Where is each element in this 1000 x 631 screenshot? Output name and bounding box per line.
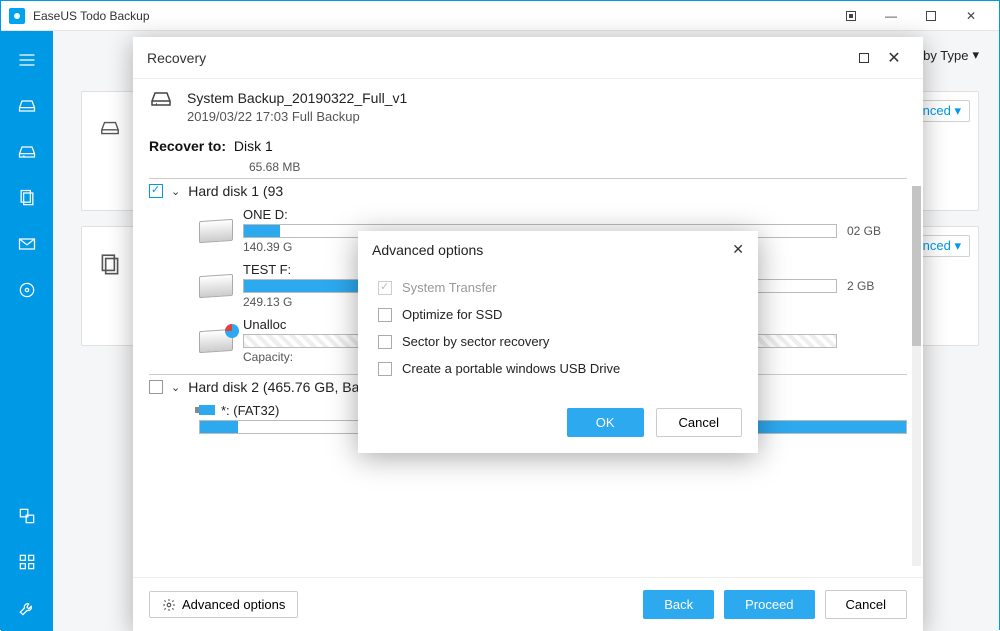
disk1-checkbox[interactable] xyxy=(149,184,163,198)
advanced-options-button[interactable]: Advanced options xyxy=(149,591,298,618)
mail-icon[interactable] xyxy=(1,221,53,267)
restore-down-icon[interactable] xyxy=(831,1,871,31)
drive-icon xyxy=(199,274,233,298)
option-sector-recovery[interactable]: Sector by sector recovery xyxy=(378,328,738,355)
option-optimize-ssd[interactable]: Optimize for SSD xyxy=(378,301,738,328)
proceed-button[interactable]: Proceed xyxy=(724,590,814,619)
content: ↑ Sort by Type ▾ Advanced ▾ Advanced ▾ R… xyxy=(53,31,999,631)
modal-title: Advanced options xyxy=(372,242,483,258)
chevron-down-icon: ▾ xyxy=(954,238,961,253)
file-card-icon xyxy=(97,252,123,283)
advanced-options-label: Advanced options xyxy=(182,597,285,612)
modal-cancel-button[interactable]: Cancel xyxy=(656,408,742,437)
app-logo-icon xyxy=(9,8,25,24)
advanced-options-modal: Advanced options ✕ System Transfer Optim… xyxy=(358,231,758,453)
menu-icon[interactable] xyxy=(1,37,53,83)
system-icon[interactable] xyxy=(1,129,53,175)
chevron-down-icon: ▾ xyxy=(954,103,961,118)
sidebar xyxy=(1,31,53,631)
option-label: Create a portable windows USB Drive xyxy=(402,361,620,376)
disk-card-icon xyxy=(97,117,123,144)
recovery-title: Recovery xyxy=(147,50,206,66)
disk-icon[interactable] xyxy=(1,83,53,129)
disk-row[interactable]: ⌄ Hard disk 1 (93 xyxy=(149,179,907,203)
option-system-transfer: System Transfer xyxy=(378,274,738,301)
pie-icon xyxy=(225,324,239,338)
recover-to-row: Recover to: Disk 1 xyxy=(133,132,923,156)
scrollbar-thumb[interactable] xyxy=(912,186,921,346)
apps-icon[interactable] xyxy=(1,539,53,585)
recovery-footer: Advanced options Back Proceed Cancel xyxy=(133,577,923,631)
size-text: 65.68 MB xyxy=(149,156,907,178)
right-size: 02 GB xyxy=(847,224,907,238)
file-icon[interactable] xyxy=(1,175,53,221)
backup-disk-icon xyxy=(149,87,173,111)
disk1-label: Hard disk 1 (93 xyxy=(188,183,283,199)
option-label: Sector by sector recovery xyxy=(402,334,549,349)
checkbox[interactable] xyxy=(378,335,392,349)
right-size: 2 GB xyxy=(847,279,907,293)
close-button[interactable]: ✕ xyxy=(951,1,991,31)
ok-button[interactable]: OK xyxy=(567,408,644,437)
modal-close-button[interactable]: ✕ xyxy=(732,241,744,258)
checkbox[interactable] xyxy=(378,308,392,322)
modal-header: Advanced options ✕ xyxy=(358,231,758,268)
recover-to-disk: Disk 1 xyxy=(234,138,273,154)
chevron-down-icon[interactable]: ⌄ xyxy=(171,381,180,394)
panel-maximize-button[interactable] xyxy=(849,43,879,73)
recovery-header: Recovery ✕ xyxy=(133,37,923,79)
partition-label: *: (FAT32) xyxy=(221,403,279,418)
panel-close-button[interactable]: ✕ xyxy=(879,43,909,73)
titlebar: EaseUS Todo Backup — ✕ xyxy=(1,1,999,31)
gear-icon xyxy=(162,598,176,612)
maximize-button[interactable] xyxy=(911,1,951,31)
modal-body: System Transfer Optimize for SSD Sector … xyxy=(358,268,758,398)
backup-subtitle: 2019/03/22 17:03 Full Backup xyxy=(187,109,407,124)
option-portable-usb[interactable]: Create a portable windows USB Drive xyxy=(378,355,738,382)
drive-icon xyxy=(199,219,233,243)
recover-to-label: Recover to: xyxy=(149,138,226,154)
clone-icon[interactable] xyxy=(1,493,53,539)
chevron-down-icon: ▾ xyxy=(972,47,979,63)
cancel-button[interactable]: Cancel xyxy=(825,590,907,619)
scrollbar[interactable] xyxy=(912,186,921,566)
modal-footer: OK Cancel xyxy=(358,398,758,453)
tools-icon[interactable] xyxy=(1,585,53,631)
back-button[interactable]: Back xyxy=(643,590,714,619)
minimize-button[interactable]: — xyxy=(871,1,911,31)
option-label: Optimize for SSD xyxy=(402,307,502,322)
backup-info: System Backup_20190322_Full_v1 2019/03/2… xyxy=(133,79,923,132)
backup-name: System Backup_20190322_Full_v1 xyxy=(187,87,407,109)
chevron-down-icon[interactable]: ⌄ xyxy=(171,185,180,198)
disk2-checkbox[interactable] xyxy=(149,380,163,394)
checkbox[interactable] xyxy=(378,362,392,376)
smart-icon[interactable] xyxy=(1,267,53,313)
app-title: EaseUS Todo Backup xyxy=(33,9,150,23)
checkbox xyxy=(378,281,392,295)
partition-label: ONE D: xyxy=(243,207,837,222)
usb-icon xyxy=(199,405,215,415)
option-label: System Transfer xyxy=(402,280,497,295)
main: ↑ Sort by Type ▾ Advanced ▾ Advanced ▾ R… xyxy=(1,31,999,631)
